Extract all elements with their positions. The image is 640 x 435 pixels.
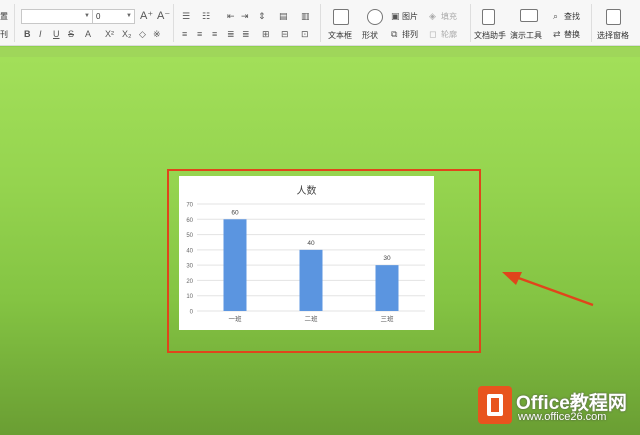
char-spacing-icon[interactable]: ※ <box>153 29 161 39</box>
selection-pane-button[interactable]: 选择窗格 <box>597 30 629 41</box>
office-logo-icon <box>478 386 512 424</box>
font-color-icon[interactable]: A <box>85 29 91 39</box>
watermark-url: www.office26.com <box>518 411 607 423</box>
pointer-arrow-icon <box>502 272 594 307</box>
chevron-down-icon: ▼ <box>84 13 90 19</box>
arrange-button[interactable]: 排列 <box>402 29 418 40</box>
presentation-tools-icon[interactable] <box>520 9 538 22</box>
line-spacing-icon[interactable]: ⇕ <box>258 11 266 21</box>
partial-label-top: 置 <box>0 12 8 21</box>
bold-icon[interactable]: B <box>24 29 31 39</box>
subscript-icon[interactable]: X₂ <box>122 29 132 39</box>
find-button[interactable]: 查找 <box>564 11 580 22</box>
presentation-tools-button[interactable]: 演示工具 <box>510 30 542 41</box>
arrange-icon[interactable]: ⧉ <box>391 29 397 39</box>
replace-button[interactable]: 替换 <box>564 29 580 40</box>
shape-icon[interactable] <box>367 9 383 25</box>
numbered-list-icon[interactable]: ☷ <box>202 11 210 21</box>
outline-button[interactable]: 轮廓 <box>441 29 457 40</box>
ribbon-toolbar: 置 刊 ▼ 0 ▼ A⁺ A⁻ B I U S A X² X₂ ◇ ※ ☰ ☷ … <box>0 0 640 46</box>
align-text-icon[interactable]: ⊟ <box>281 29 289 39</box>
font-name-dropdown[interactable]: ▼ <box>21 9 93 24</box>
doc-assistant-icon[interactable] <box>482 9 495 25</box>
slide-top-edge <box>0 47 640 57</box>
shape-button[interactable]: 形状 <box>362 30 378 41</box>
picture-icon[interactable]: ▣ <box>391 11 400 21</box>
decrease-indent-icon[interactable]: ⇤ <box>227 11 235 21</box>
picture-button[interactable]: 图片 <box>402 11 418 22</box>
fill-icon[interactable]: ◈ <box>429 11 436 21</box>
text-box-icon[interactable] <box>333 9 349 25</box>
font-size-value: 0 <box>96 12 101 21</box>
vertical-align-icon[interactable]: ⊞ <box>262 29 270 39</box>
align-center-icon[interactable]: ≡ <box>197 29 202 39</box>
strikethrough-icon[interactable]: S <box>68 29 74 39</box>
increase-font-icon[interactable]: A⁺ <box>140 11 153 22</box>
justify-icon[interactable]: ≣ <box>227 29 235 39</box>
superscript-icon[interactable]: X² <box>105 29 114 39</box>
align-left-icon[interactable]: ≡ <box>182 29 187 39</box>
selection-pane-icon[interactable] <box>606 9 621 25</box>
decrease-font-icon[interactable]: A⁻ <box>157 11 170 22</box>
replace-icon[interactable]: ⇄ <box>553 29 561 39</box>
chevron-down-icon: ▼ <box>126 13 132 19</box>
search-icon[interactable]: ⌕ <box>553 11 558 21</box>
increase-indent-icon[interactable]: ⇥ <box>241 11 249 21</box>
doc-assistant-button[interactable]: 文档助手 <box>474 30 506 41</box>
italic-icon[interactable]: I <box>39 29 42 39</box>
columns-icon[interactable]: ▥ <box>301 11 310 21</box>
bullet-list-icon[interactable]: ☰ <box>182 11 190 21</box>
text-box-button[interactable]: 文本框 <box>328 30 352 41</box>
outline-icon[interactable]: ◻ <box>429 29 436 39</box>
watermark: Office教程网 www.office26.com <box>478 386 638 430</box>
partial-label-bottom: 刊 <box>0 30 8 39</box>
highlight-frame <box>167 169 481 353</box>
clear-format-icon[interactable]: ◇ <box>139 29 146 39</box>
text-direction-icon[interactable]: ▤ <box>279 11 288 21</box>
font-size-dropdown[interactable]: 0 ▼ <box>92 9 135 24</box>
fill-button[interactable]: 填充 <box>441 11 457 22</box>
align-right-icon[interactable]: ≡ <box>212 29 217 39</box>
distribute-icon[interactable]: ≣ <box>242 29 250 39</box>
underline-icon[interactable]: U <box>53 29 60 39</box>
paragraph-settings-icon[interactable]: ⊡ <box>301 29 309 39</box>
